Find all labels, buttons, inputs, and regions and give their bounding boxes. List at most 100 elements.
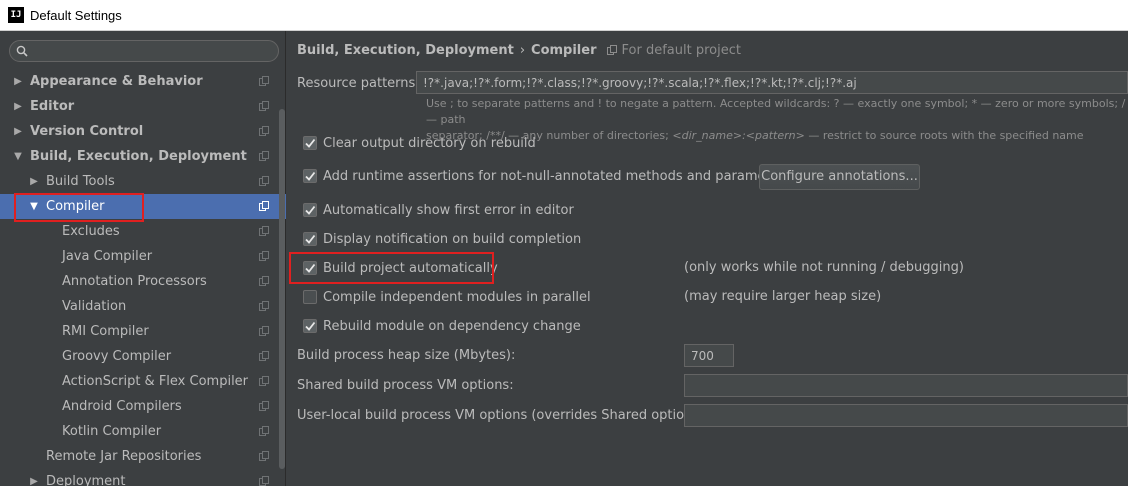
build-automatically-option[interactable]: Build project automatically <box>303 258 498 278</box>
expanded-arrow-icon[interactable]: ▼ <box>12 151 24 162</box>
project-scope-icon <box>259 451 269 461</box>
collapsed-arrow-icon[interactable]: ▶ <box>28 176 40 187</box>
project-scope-icon <box>259 226 269 236</box>
sidebar-item-label: ActionScript & Flex Compiler <box>62 374 249 389</box>
project-scope-icon <box>259 326 269 336</box>
settings-search[interactable] <box>9 40 279 62</box>
clear-output-label: Clear output directory on rebuild <box>323 135 536 151</box>
project-scope-icon <box>259 276 269 286</box>
collapsed-arrow-icon[interactable]: ▶ <box>12 101 24 112</box>
build-automatically-label: Build project automatically <box>323 260 498 276</box>
display-notification-option[interactable]: Display notification on build completion <box>303 229 581 249</box>
runtime-assertions-option[interactable]: Add runtime assertions for not-null-anno… <box>303 166 791 186</box>
heap-size-label: Build process heap size (Mbytes): <box>297 348 516 363</box>
settings-sidebar: ▶ Appearance & Behavior ▶ Editor ▶ Version Co… <box>0 31 286 486</box>
build-automatically-checkbox[interactable] <box>303 261 317 275</box>
expanded-arrow-icon[interactable]: ▼ <box>28 201 40 212</box>
project-scope-icon <box>259 351 269 361</box>
local-vm-options-input[interactable] <box>684 404 1128 427</box>
project-scope-icon <box>259 426 269 436</box>
configure-annotations-button[interactable]: Configure annotations... <box>759 164 920 190</box>
sidebar-item[interactable]: Android Compilers <box>0 394 286 419</box>
show-first-error-checkbox[interactable] <box>303 203 317 217</box>
checkmark-icon <box>305 138 316 148</box>
sidebar-item-label: Validation <box>62 299 127 314</box>
sidebar-item-label: Editor <box>30 99 75 114</box>
compile-parallel-note: (may require larger heap size) <box>684 289 882 304</box>
rebuild-on-dependency-label: Rebuild module on dependency change <box>323 318 581 334</box>
settings-main-panel: Build, Execution, Deployment › Compiler … <box>287 31 1128 486</box>
search-icon <box>16 45 28 57</box>
project-scope-icon <box>259 401 269 411</box>
compile-parallel-checkbox[interactable] <box>303 290 317 304</box>
runtime-assertions-label: Add runtime assertions for not-null-anno… <box>323 168 791 184</box>
heap-size-input[interactable] <box>684 344 734 367</box>
sidebar-scrollbar[interactable] <box>279 69 285 486</box>
project-scope-icon <box>606 45 617 55</box>
shared-vm-options-input[interactable] <box>684 374 1128 397</box>
intellij-logo-icon: IJ <box>8 7 24 23</box>
sidebar-item-label: Remote Jar Repositories <box>46 449 202 464</box>
sidebar-item[interactable]: Java Compiler <box>0 244 286 269</box>
project-scope-icon <box>259 151 269 161</box>
breadcrumb-separator: › <box>519 43 526 58</box>
sidebar-item-label: Groovy Compiler <box>62 349 172 364</box>
collapsed-arrow-icon[interactable]: ▶ <box>12 76 24 87</box>
sidebar-item[interactable]: Kotlin Compiler <box>0 419 286 444</box>
sidebar-item[interactable]: Groovy Compiler <box>0 344 286 369</box>
display-notification-label: Display notification on build completion <box>323 231 582 247</box>
window-titlebar: IJ Default Settings <box>0 0 1128 31</box>
sidebar-item-label: Version Control <box>30 124 144 139</box>
sidebar-item[interactable]: ▶ Appearance & Behavior <box>0 69 286 94</box>
sidebar-item[interactable]: ▶ Version Control <box>0 119 286 144</box>
sidebar-item-label: Android Compilers <box>62 399 182 414</box>
project-scope-icon <box>259 251 269 261</box>
compile-parallel-option[interactable]: Compile independent modules in parallel <box>303 287 591 307</box>
sidebar-item[interactable]: ▼ Compiler <box>0 194 286 219</box>
sidebar-item-label: Annotation Processors <box>62 274 207 289</box>
breadcrumb-page: Compiler <box>531 43 597 58</box>
sidebar-item-label: Compiler <box>46 199 105 214</box>
sidebar-item-label: RMI Compiler <box>62 324 149 339</box>
sidebar-item[interactable]: Excludes <box>0 219 286 244</box>
sidebar-item-label: Java Compiler <box>62 249 153 264</box>
sidebar-item-label: Build, Execution, Deployment <box>30 149 247 164</box>
sidebar-item[interactable]: ▼ Build, Execution, Deployment <box>0 144 286 169</box>
sidebar-item[interactable]: ▶ Editor <box>0 94 286 119</box>
checkmark-icon <box>305 205 316 215</box>
sidebar-item[interactable]: Remote Jar Repositories <box>0 444 286 469</box>
resource-patterns-input[interactable] <box>416 71 1128 94</box>
sidebar-item[interactable]: ▶ Deployment <box>0 469 286 486</box>
show-first-error-option[interactable]: Automatically show first error in editor <box>303 200 574 220</box>
show-first-error-label: Automatically show first error in editor <box>323 202 574 218</box>
sidebar-item[interactable]: RMI Compiler <box>0 319 286 344</box>
sidebar-item[interactable]: ▶ Build Tools <box>0 169 286 194</box>
breadcrumb: Build, Execution, Deployment › Compiler … <box>297 43 741 58</box>
sidebar-scroll-thumb[interactable] <box>279 109 285 469</box>
checkmark-icon <box>305 171 316 181</box>
project-scope-icon <box>259 301 269 311</box>
project-scope-icon <box>259 376 269 386</box>
sidebar-item[interactable]: ActionScript & Flex Compiler <box>0 369 286 394</box>
search-input[interactable] <box>32 43 272 59</box>
build-automatically-note: (only works while not running / debuggin… <box>684 260 964 275</box>
rebuild-on-dependency-checkbox[interactable] <box>303 319 317 333</box>
rebuild-on-dependency-option[interactable]: Rebuild module on dependency change <box>303 316 581 336</box>
sidebar-item-label: Build Tools <box>46 174 115 189</box>
breadcrumb-section: Build, Execution, Deployment <box>297 43 514 58</box>
compile-parallel-label: Compile independent modules in parallel <box>323 289 591 305</box>
sidebar-item[interactable]: Validation <box>0 294 286 319</box>
resource-patterns-label: Resource patterns: <box>297 76 420 91</box>
collapsed-arrow-icon[interactable]: ▶ <box>12 126 24 137</box>
clear-output-checkbox[interactable] <box>303 136 317 150</box>
window-title: Default Settings <box>30 7 122 23</box>
sidebar-item-label: Appearance & Behavior <box>30 74 203 89</box>
hint-line-1: Use ; to separate patterns and ! to nega… <box>426 97 1126 126</box>
clear-output-option[interactable]: Clear output directory on rebuild <box>303 133 536 153</box>
breadcrumb-scope: For default project <box>621 43 741 58</box>
sidebar-item-label: Excludes <box>62 224 120 239</box>
runtime-assertions-checkbox[interactable] <box>303 169 317 183</box>
display-notification-checkbox[interactable] <box>303 232 317 246</box>
collapsed-arrow-icon[interactable]: ▶ <box>28 476 40 486</box>
sidebar-item[interactable]: Annotation Processors <box>0 269 286 294</box>
